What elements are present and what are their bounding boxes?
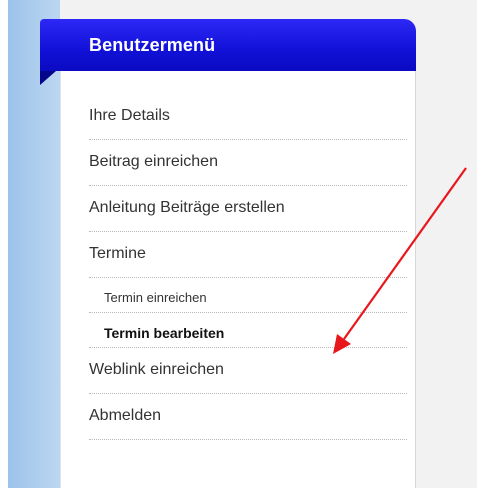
menu-item-beitrag-einreichen[interactable]: Beitrag einreichen [89,140,407,186]
menu-item-abmelden[interactable]: Abmelden [89,394,407,440]
header-fold-corner [40,71,56,85]
menu-item-weblink-einreichen[interactable]: Weblink einreichen [89,348,407,394]
submenu-item-termin-einreichen[interactable]: Termin einreichen [89,278,407,313]
menu-item-termine[interactable]: Termine [89,232,407,278]
user-menu-list: Ihre Details Beitrag einreichen Anleitun… [89,96,407,440]
user-menu-title: Benutzermenü [89,35,216,55]
submenu-item-termin-bearbeiten[interactable]: Termin bearbeiten [89,313,407,348]
page-margin [0,0,8,488]
menu-item-ihre-details[interactable]: Ihre Details [89,96,407,140]
menu-item-anleitung-beitraege[interactable]: Anleitung Beiträge erstellen [89,186,407,232]
